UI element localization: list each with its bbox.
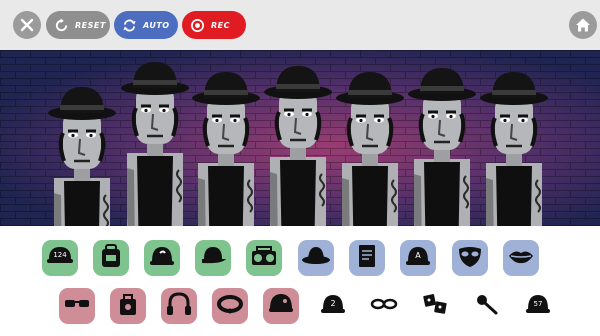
fedora-icon [301, 241, 331, 275]
boombox-icon [249, 241, 279, 275]
dice-icon [420, 289, 450, 323]
palette-slot-cap-124[interactable]: 124 [42, 240, 78, 276]
headphones-icon [164, 289, 194, 323]
palette-slot-dice[interactable] [417, 288, 453, 324]
record-label: REC [211, 20, 230, 30]
palette-slot-boombox[interactable] [246, 240, 282, 276]
palette-slot-cap-visor[interactable] [195, 240, 231, 276]
cap-ear-icon [147, 241, 177, 275]
home-button[interactable] [569, 11, 597, 39]
sunglasses-icon [62, 289, 92, 323]
home-icon [576, 18, 590, 32]
reset-icon [53, 17, 69, 33]
palette-slot-bag[interactable] [110, 288, 146, 324]
backpack-icon [96, 241, 126, 275]
mask-icon [455, 241, 485, 275]
reset-label: RESET [75, 20, 106, 30]
close-icon [20, 18, 34, 32]
palette-slot-sunglasses[interactable] [59, 288, 95, 324]
record-button[interactable]: REC [182, 11, 246, 39]
palette-slot-helmet[interactable] [263, 288, 299, 324]
sound-palette: 124 A 2 57 [0, 226, 600, 336]
palette-slot-glasses[interactable] [366, 288, 402, 324]
palette-slot-backpack[interactable] [93, 240, 129, 276]
palette-slot-notebook[interactable] [349, 240, 385, 276]
microphone-icon [472, 289, 502, 323]
svg-text:124: 124 [53, 251, 67, 259]
stage-scene [0, 50, 600, 226]
cap-2-icon: 2 [318, 289, 348, 323]
close-button[interactable] [13, 11, 41, 39]
collar-icon [215, 289, 245, 323]
auto-icon [121, 17, 137, 33]
auto-button[interactable]: AUTO [114, 11, 178, 39]
palette-slot-lips[interactable] [503, 240, 539, 276]
notebook-icon [352, 241, 382, 275]
palette-slot-cap-ear[interactable] [144, 240, 180, 276]
palette-slot-fedora[interactable] [298, 240, 334, 276]
palette-slot-microphone[interactable] [469, 288, 505, 324]
stage [0, 50, 600, 226]
palette-slot-cap-a[interactable]: A [400, 240, 436, 276]
palette-slot-cap-2[interactable]: 2 [315, 288, 351, 324]
lips-icon [506, 241, 536, 275]
palette-slot-mask[interactable] [452, 240, 488, 276]
glasses-icon [369, 289, 399, 323]
helmet-icon [266, 289, 296, 323]
record-icon [189, 17, 205, 33]
cap-124-icon: 124 [45, 241, 75, 275]
bag-icon [113, 289, 143, 323]
palette-slot-collar[interactable] [212, 288, 248, 324]
palette-slot-cap-57[interactable]: 57 [520, 288, 556, 324]
top-toolbar: RESET AUTO REC [0, 0, 600, 50]
svg-text:2: 2 [330, 299, 335, 308]
cap-visor-icon [198, 241, 228, 275]
reset-button[interactable]: RESET [46, 11, 110, 39]
svg-text:57: 57 [534, 300, 543, 308]
palette-slot-headphones[interactable] [161, 288, 197, 324]
auto-label: AUTO [143, 20, 170, 30]
svg-text:A: A [415, 251, 421, 260]
cap-a-icon: A [403, 241, 433, 275]
cap-57-icon: 57 [523, 289, 553, 323]
